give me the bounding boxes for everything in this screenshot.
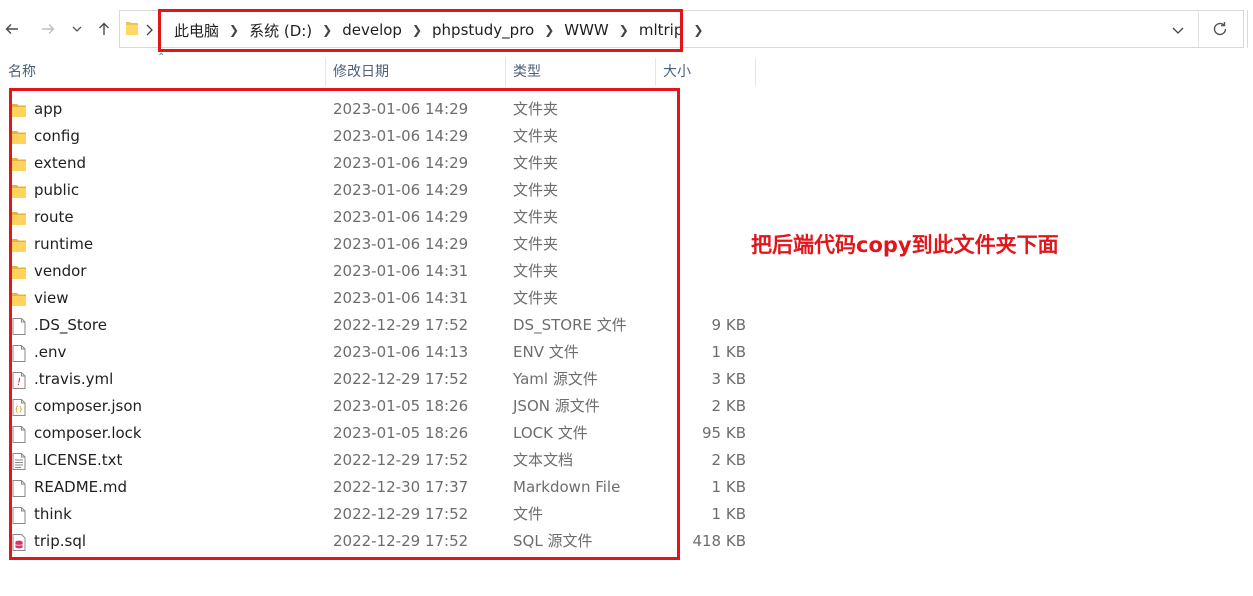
back-button[interactable] <box>0 14 24 44</box>
divider <box>1198 11 1199 47</box>
chevron-right-icon <box>146 24 153 36</box>
recent-locations-button[interactable] <box>68 14 86 44</box>
forward-button[interactable] <box>36 14 60 44</box>
column-date[interactable]: 修改日期 <box>325 58 505 86</box>
annotation-box-filelist <box>9 88 680 560</box>
folder-icon <box>126 22 138 35</box>
up-button[interactable] <box>92 14 116 44</box>
arrow-up-icon <box>99 22 109 35</box>
column-size[interactable]: 大小 <box>655 58 755 86</box>
arrow-right-icon <box>42 24 55 34</box>
refresh-icon[interactable] <box>1211 20 1229 38</box>
chevron-down-icon[interactable] <box>1171 23 1185 37</box>
chevron-down-icon <box>72 26 82 32</box>
annotation-box-breadcrumb <box>158 9 683 52</box>
search-box-edge[interactable] <box>1247 10 1253 48</box>
arrow-left-icon <box>5 24 18 34</box>
column-header: ⌃ 名称 修改日期 类型 大小 <box>0 52 760 86</box>
chevron-right-icon[interactable]: ❯ <box>689 23 707 37</box>
column-type[interactable]: 类型 <box>505 58 655 86</box>
column-name[interactable]: 名称 <box>0 58 325 86</box>
column-divider[interactable] <box>755 58 756 86</box>
annotation-text: 把后端代码copy到此文件夹下面 <box>751 233 1059 257</box>
